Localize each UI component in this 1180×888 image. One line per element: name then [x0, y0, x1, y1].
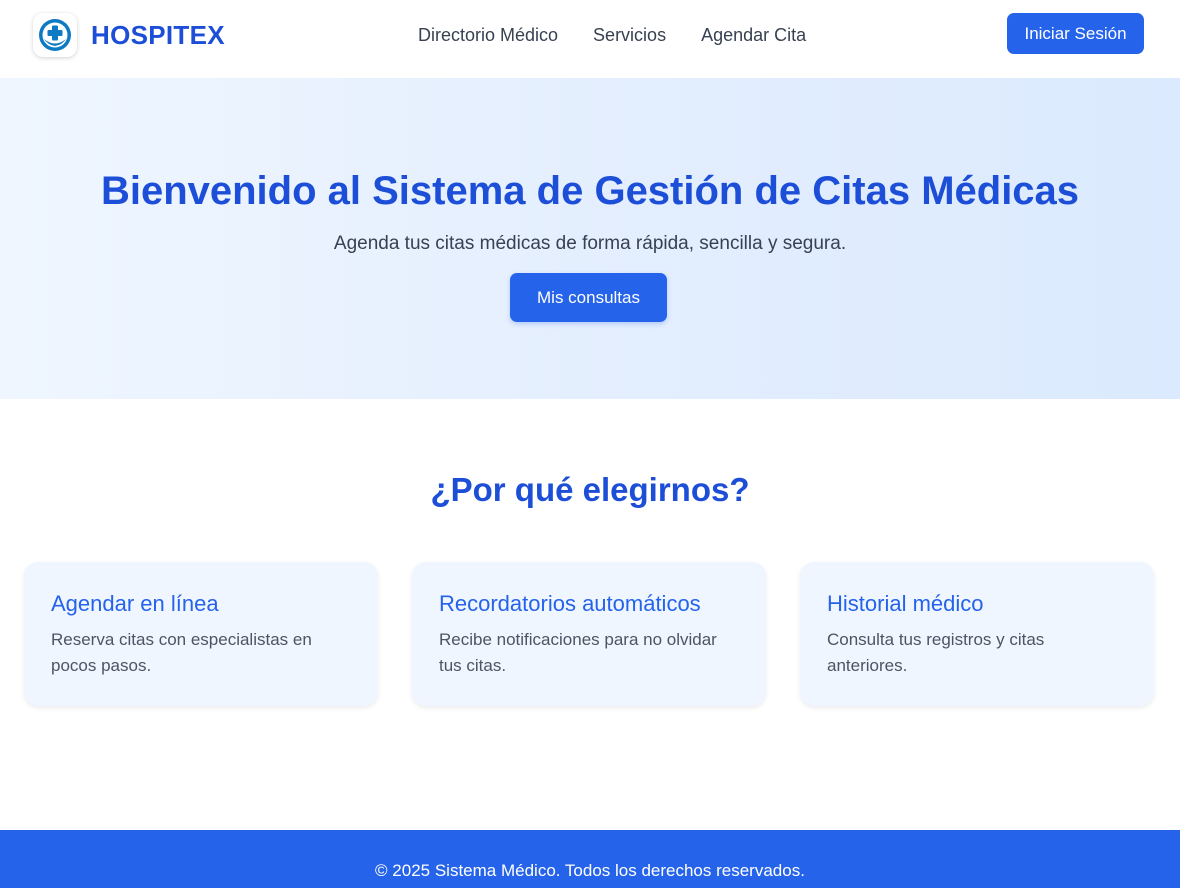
feature-card-title: Recordatorios automáticos — [439, 591, 701, 616]
feature-card-text: Reserva citas con especialistas en pocos… — [51, 630, 312, 675]
feature-card-reminders: Recordatorios automáticos Recibe notific… — [412, 562, 766, 706]
medical-cross-icon — [39, 19, 71, 51]
feature-card-title: Historial médico — [827, 591, 984, 616]
login-button[interactable]: Iniciar Sesión — [1007, 13, 1144, 54]
feature-card-text: Consulta tus registros y citas anteriore… — [827, 630, 1045, 675]
logo[interactable] — [33, 13, 77, 57]
brand-name[interactable]: HOSPITEX — [91, 20, 225, 50]
nav-link-agendar-cita[interactable]: Agendar Cita — [701, 24, 806, 46]
feature-card-text: Recibe notificaciones para no olvidar tu… — [439, 630, 717, 675]
feature-card-online-booking: Agendar en línea Reserva citas con espec… — [24, 562, 378, 706]
copyright-text: © 2025 Sistema Médico. Todos los derecho… — [375, 861, 805, 880]
hero-title: Bienvenido al Sistema de Gestión de Cita… — [100, 169, 1080, 213]
nav-link-directorio-medico[interactable]: Directorio Médico — [418, 24, 558, 46]
features-title: ¿Por qué elegirnos? — [430, 471, 750, 508]
nav-link-servicios[interactable]: Servicios — [593, 24, 666, 46]
my-consultations-button[interactable]: Mis consultas — [510, 273, 667, 322]
site-header: HOSPITEX Directorio Médico Servicios Age… — [0, 0, 1180, 78]
site-footer: © 2025 Sistema Médico. Todos los derecho… — [0, 830, 1180, 888]
hero-subtitle: Agenda tus citas médicas de forma rápida… — [333, 233, 847, 254]
hero-section: Bienvenido al Sistema de Gestión de Cita… — [0, 78, 1180, 399]
feature-card-title: Agendar en línea — [51, 591, 219, 616]
main-nav: Directorio Médico Servicios Agendar Cita — [418, 24, 806, 46]
feature-card-medical-history: Historial médico Consulta tus registros … — [800, 562, 1154, 706]
